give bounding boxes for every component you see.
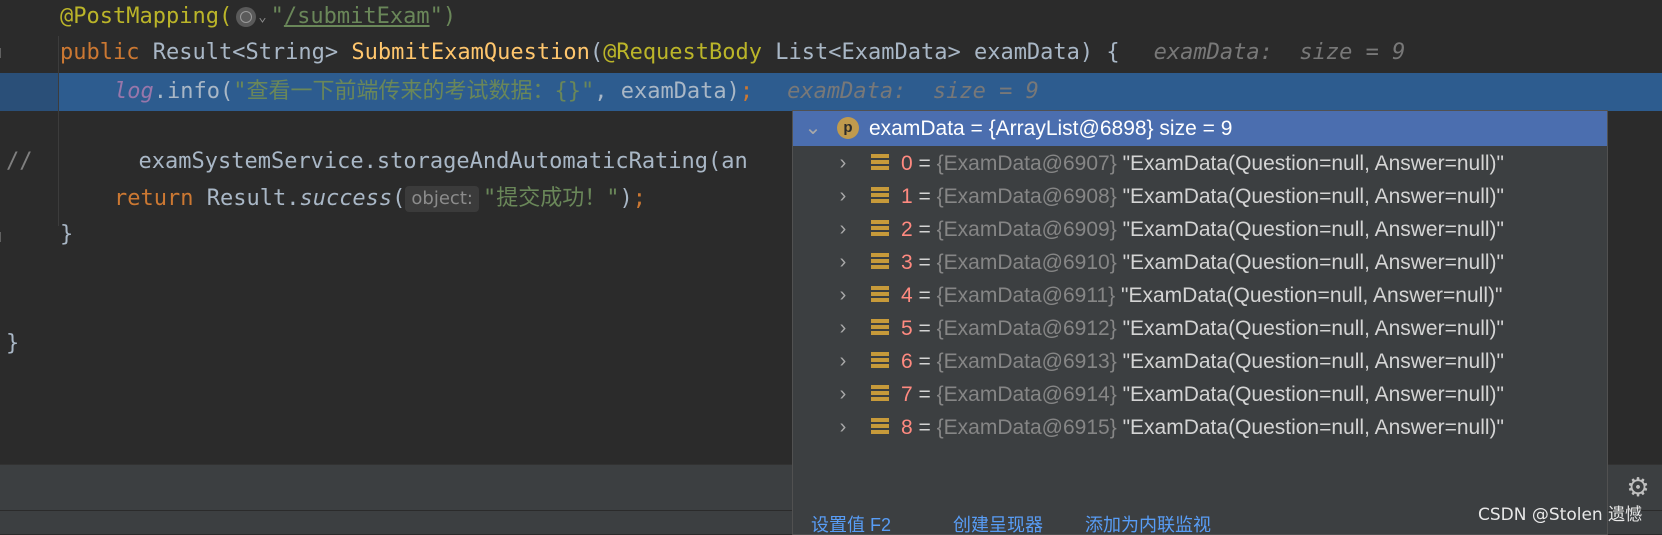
- item-index: 8: [901, 416, 913, 439]
- chevron-right-icon[interactable]: ›: [833, 146, 853, 181]
- globe-icon[interactable]: [236, 7, 257, 27]
- code-line-1: @PostMapping(⌄ "/submitExam"): [60, 0, 456, 36]
- tree-item-label: 0 = {ExamData@6907} "ExamData(Question=n…: [901, 152, 1505, 175]
- fold-marker[interactable]: [0, 232, 5, 242]
- item-ref: {ExamData@6907}: [936, 152, 1117, 175]
- method-name: SubmitExamQuestion: [351, 40, 590, 65]
- tree-item-row[interactable]: › 2 = {ExamData@6909} "ExamData(Question=…: [793, 212, 1607, 247]
- code-line-9: }: [6, 331, 20, 356]
- item-ref: {ExamData@6912}: [936, 317, 1117, 340]
- tree-item-label: 6 = {ExamData@6913} "ExamData(Question=n…: [901, 350, 1505, 373]
- item-index: 5: [901, 317, 913, 340]
- code-line-2: public Result<String> SubmitExamQuestion…: [60, 40, 1406, 65]
- code-line-6: return Result.success(object: "提交成功！");: [114, 186, 646, 212]
- inline-debug-hint: examData: size = 9: [787, 79, 1039, 104]
- list-item-icon: [871, 154, 889, 172]
- chevron-right-icon[interactable]: ›: [833, 212, 853, 247]
- item-value: "ExamData(Question=null, Answer=null)": [1121, 284, 1503, 307]
- item-ref: {ExamData@6914}: [936, 383, 1117, 406]
- gutter-highlight: [0, 73, 59, 111]
- indent-guide: [58, 36, 59, 226]
- chevron-right-icon[interactable]: ›: [833, 179, 853, 214]
- list-item-icon: [871, 286, 889, 304]
- item-ref: {ExamData@6910}: [936, 251, 1117, 274]
- item-ref: {ExamData@6913}: [936, 350, 1117, 373]
- code-line-3: log.info("查看一下前端传来的考试数据：{}", examData); e…: [114, 79, 1039, 104]
- chevron-right-icon[interactable]: ›: [833, 377, 853, 412]
- tree-item-label: 7 = {ExamData@6914} "ExamData(Question=n…: [901, 383, 1505, 406]
- parameter-hint: object:: [405, 186, 479, 212]
- tree-item-row[interactable]: › 0 = {ExamData@6907} "ExamData(Question=…: [793, 146, 1607, 181]
- code-line-7: }: [60, 222, 74, 247]
- item-value: "ExamData(Question=null, Answer=null)": [1122, 416, 1505, 439]
- chevron-right-icon[interactable]: ›: [833, 278, 853, 313]
- annotation: @PostMapping(: [60, 4, 233, 29]
- chevron-right-icon[interactable]: ›: [833, 245, 853, 280]
- chevron-right-icon[interactable]: ›: [833, 311, 853, 346]
- root-label: examData = {ArrayList@6898} size = 9: [869, 117, 1233, 140]
- tree-item-label: 5 = {ExamData@6912} "ExamData(Question=n…: [901, 317, 1505, 340]
- list-item-icon: [871, 418, 889, 436]
- item-index: 1: [901, 185, 913, 208]
- tree-item-label: 3 = {ExamData@6910} "ExamData(Question=n…: [901, 251, 1505, 274]
- item-value: "ExamData(Question=null, Answer=null)": [1122, 383, 1505, 406]
- item-index: 2: [901, 218, 913, 241]
- chevron-right-icon[interactable]: ›: [833, 344, 853, 379]
- tree-item-row[interactable]: › 6 = {ExamData@6913} "ExamData(Question=…: [793, 344, 1607, 379]
- inline-debug-hint: examData: size = 9: [1153, 40, 1406, 65]
- tree-item-label: 4 = {ExamData@6911} "ExamData(Question=n…: [901, 284, 1503, 307]
- tree-item-row[interactable]: › 3 = {ExamData@6910} "ExamData(Question=…: [793, 245, 1607, 280]
- item-value: "ExamData(Question=null, Answer=null)": [1122, 251, 1505, 274]
- endpoint-path[interactable]: /submitExam: [284, 4, 430, 29]
- item-value: "ExamData(Question=null, Answer=null)": [1122, 218, 1505, 241]
- list-item-icon: [871, 220, 889, 238]
- chevron-down-icon[interactable]: ⌄: [803, 111, 823, 146]
- fold-marker[interactable]: [0, 48, 5, 58]
- item-ref: {ExamData@6915}: [936, 416, 1117, 439]
- tree-item-row[interactable]: › 7 = {ExamData@6914} "ExamData(Question=…: [793, 377, 1607, 412]
- item-value: "ExamData(Question=null, Answer=null)": [1122, 152, 1505, 175]
- chevron-down-icon[interactable]: ⌄: [258, 0, 266, 36]
- item-index: 6: [901, 350, 913, 373]
- list-item-icon: [871, 352, 889, 370]
- parameter-badge-icon: p: [837, 117, 859, 139]
- tree-item-label: 1 = {ExamData@6908} "ExamData(Question=n…: [901, 185, 1505, 208]
- list-item-icon: [871, 253, 889, 271]
- list-item-icon: [871, 385, 889, 403]
- code-line-5: //examSystemService.storageAndAutomaticR…: [6, 149, 748, 174]
- tree-item-row[interactable]: › 8 = {ExamData@6915} "ExamData(Question=…: [793, 410, 1607, 445]
- item-index: 4: [901, 284, 913, 307]
- item-value: "ExamData(Question=null, Answer=null)": [1122, 350, 1505, 373]
- set-value-link[interactable]: 设置值 F2: [811, 511, 891, 534]
- tree-item-row[interactable]: › 4 = {ExamData@6911} "ExamData(Question=…: [793, 278, 1607, 313]
- tree-item-row[interactable]: › 1 = {ExamData@6908} "ExamData(Question=…: [793, 179, 1607, 214]
- item-index: 7: [901, 383, 913, 406]
- list-item-icon: [871, 319, 889, 337]
- item-ref: {ExamData@6908}: [936, 185, 1117, 208]
- add-inline-watch-link[interactable]: 添加为内联监视: [1085, 511, 1211, 534]
- item-ref: {ExamData@6911}: [936, 284, 1116, 307]
- create-renderer-link[interactable]: 创建呈现器: [953, 511, 1043, 534]
- debug-value-popup[interactable]: ⌄ p examData = {ArrayList@6898} size = 9…: [792, 110, 1608, 535]
- item-value: "ExamData(Question=null, Answer=null)": [1122, 317, 1505, 340]
- item-index: 3: [901, 251, 913, 274]
- tree-item-label: 2 = {ExamData@6909} "ExamData(Question=n…: [901, 218, 1505, 241]
- gear-icon[interactable]: ⚙: [1624, 474, 1652, 502]
- item-ref: {ExamData@6909}: [936, 218, 1117, 241]
- chevron-right-icon[interactable]: ›: [833, 410, 853, 445]
- item-value: "ExamData(Question=null, Answer=null)": [1122, 185, 1505, 208]
- tree-item-label: 8 = {ExamData@6915} "ExamData(Question=n…: [901, 416, 1505, 439]
- list-item-icon: [871, 187, 889, 205]
- watermark: CSDN @Stolen 遗憾: [1478, 505, 1643, 525]
- item-index: 0: [901, 152, 913, 175]
- tree-item-row[interactable]: › 5 = {ExamData@6912} "ExamData(Question=…: [793, 311, 1607, 346]
- tree-root-row[interactable]: ⌄ p examData = {ArrayList@6898} size = 9: [793, 111, 1607, 146]
